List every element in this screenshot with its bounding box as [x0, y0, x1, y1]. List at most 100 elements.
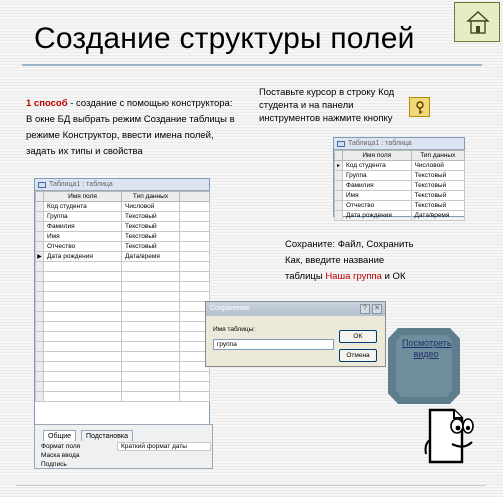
- empty-cell[interactable]: [43, 331, 122, 342]
- field-name-cell[interactable]: Дата рождения: [43, 251, 122, 262]
- table-row[interactable]: Код студента Числовой: [35, 201, 210, 212]
- empty-cell[interactable]: [179, 291, 210, 302]
- description-cell[interactable]: [179, 221, 210, 232]
- watch-video-link[interactable]: Посмотреть видео: [402, 338, 452, 360]
- empty-row[interactable]: [35, 391, 210, 402]
- empty-row[interactable]: [35, 341, 210, 352]
- description-cell[interactable]: [179, 251, 210, 262]
- empty-cell[interactable]: [121, 291, 180, 302]
- empty-cell[interactable]: [43, 351, 122, 362]
- field-name-cell[interactable]: Отчество: [43, 241, 122, 252]
- description-cell[interactable]: [179, 201, 210, 212]
- data-type-cell[interactable]: Текстовый: [410, 190, 466, 201]
- field-name-cell[interactable]: Отчество: [342, 200, 412, 211]
- empty-cell[interactable]: [43, 271, 122, 282]
- table-row[interactable]: ▸ Код студента Числовой: [334, 160, 466, 171]
- empty-cell[interactable]: [121, 261, 180, 272]
- description-cell[interactable]: [179, 211, 210, 222]
- empty-cell[interactable]: [43, 391, 122, 402]
- watch-video-button[interactable]: Посмотреть видео: [388, 328, 460, 404]
- empty-cell[interactable]: [43, 311, 122, 322]
- empty-row[interactable]: [35, 321, 210, 332]
- table-row[interactable]: ▶ Дата рождения Дата/время: [35, 251, 210, 262]
- data-type-cell[interactable]: Текстовый: [121, 211, 180, 222]
- empty-cell[interactable]: [121, 331, 180, 342]
- data-type-cell[interactable]: Текстовый: [121, 221, 180, 232]
- empty-cell[interactable]: [43, 301, 122, 312]
- empty-cell[interactable]: [179, 281, 210, 292]
- ok-button[interactable]: OK: [339, 330, 377, 343]
- empty-cell[interactable]: [43, 261, 122, 272]
- empty-row[interactable]: [35, 301, 210, 312]
- empty-cell[interactable]: [121, 301, 180, 312]
- field-name-cell[interactable]: Группа: [342, 170, 412, 181]
- empty-row[interactable]: [35, 381, 210, 392]
- empty-cell[interactable]: [121, 321, 180, 332]
- field-name-cell[interactable]: Дата рождения: [342, 210, 412, 221]
- tab-lookup[interactable]: Подстановка: [81, 430, 133, 441]
- empty-cell[interactable]: [43, 361, 122, 372]
- empty-row[interactable]: [35, 351, 210, 362]
- table-row[interactable]: Группа Текстовый: [35, 211, 210, 222]
- empty-cell[interactable]: [121, 271, 180, 282]
- data-type-cell[interactable]: Текстовый: [121, 241, 180, 252]
- empty-cell[interactable]: [43, 281, 122, 292]
- field-name-cell[interactable]: Имя: [342, 190, 412, 201]
- empty-cell[interactable]: [43, 321, 122, 332]
- empty-row[interactable]: [35, 361, 210, 372]
- data-type-cell[interactable]: Числовой: [410, 160, 466, 171]
- empty-row[interactable]: [35, 271, 210, 282]
- close-icon[interactable]: ✕: [372, 304, 382, 314]
- table-row[interactable]: Отчество Текстовый: [334, 200, 466, 211]
- empty-cell[interactable]: [43, 381, 122, 392]
- data-type-cell[interactable]: Дата/время: [410, 210, 466, 221]
- empty-cell[interactable]: [179, 371, 210, 382]
- empty-cell[interactable]: [121, 351, 180, 362]
- table-row[interactable]: Имя Текстовый: [334, 190, 466, 201]
- empty-cell[interactable]: [121, 281, 180, 292]
- description-cell[interactable]: [179, 231, 210, 242]
- field-name-cell[interactable]: Имя: [43, 231, 122, 242]
- empty-row[interactable]: [35, 311, 210, 322]
- field-name-cell[interactable]: Группа: [43, 211, 122, 222]
- data-type-cell[interactable]: Текстовый: [410, 170, 466, 181]
- empty-cell[interactable]: [43, 341, 122, 352]
- table-row[interactable]: Фамилия Текстовый: [35, 221, 210, 232]
- field-name-cell[interactable]: Код студента: [342, 160, 412, 171]
- format-value-field[interactable]: Краткий формат даты: [117, 442, 211, 451]
- empty-cell[interactable]: [43, 371, 122, 382]
- table-name-input[interactable]: группа: [213, 339, 334, 350]
- empty-cell[interactable]: [43, 291, 122, 302]
- empty-row[interactable]: [35, 331, 210, 342]
- help-button[interactable]: ?: [360, 304, 370, 314]
- table-row[interactable]: Дата рождения Дата/время: [334, 210, 466, 221]
- key-toolbar-button[interactable]: [409, 97, 430, 117]
- table-row[interactable]: Имя Текстовый: [35, 231, 210, 242]
- empty-cell[interactable]: [179, 261, 210, 272]
- field-name-cell[interactable]: Фамилия: [342, 180, 412, 191]
- empty-cell[interactable]: [179, 391, 210, 402]
- data-type-cell[interactable]: Числовой: [121, 201, 180, 212]
- table-row[interactable]: Отчество Текстовый: [35, 241, 210, 252]
- field-name-cell[interactable]: Фамилия: [43, 221, 122, 232]
- data-type-cell[interactable]: Дата/время: [121, 251, 180, 262]
- cancel-button[interactable]: Отмена: [339, 349, 377, 362]
- description-cell[interactable]: [179, 241, 210, 252]
- empty-cell[interactable]: [121, 361, 180, 372]
- empty-cell[interactable]: [121, 371, 180, 382]
- data-type-cell[interactable]: Текстовый: [410, 200, 466, 211]
- empty-cell[interactable]: [121, 311, 180, 322]
- data-type-cell[interactable]: Текстовый: [410, 180, 466, 191]
- empty-row[interactable]: [35, 281, 210, 292]
- field-name-cell[interactable]: Код студента: [43, 201, 122, 212]
- empty-row[interactable]: [35, 371, 210, 382]
- empty-cell[interactable]: [179, 271, 210, 282]
- home-button[interactable]: [454, 2, 500, 42]
- empty-row[interactable]: [35, 291, 210, 302]
- empty-cell[interactable]: [121, 391, 180, 402]
- data-type-cell[interactable]: Текстовый: [121, 231, 180, 242]
- table-row[interactable]: Фамилия Текстовый: [334, 180, 466, 191]
- table-row[interactable]: Группа Текстовый: [334, 170, 466, 181]
- empty-row[interactable]: [35, 261, 210, 272]
- tab-general[interactable]: Общие: [43, 430, 77, 441]
